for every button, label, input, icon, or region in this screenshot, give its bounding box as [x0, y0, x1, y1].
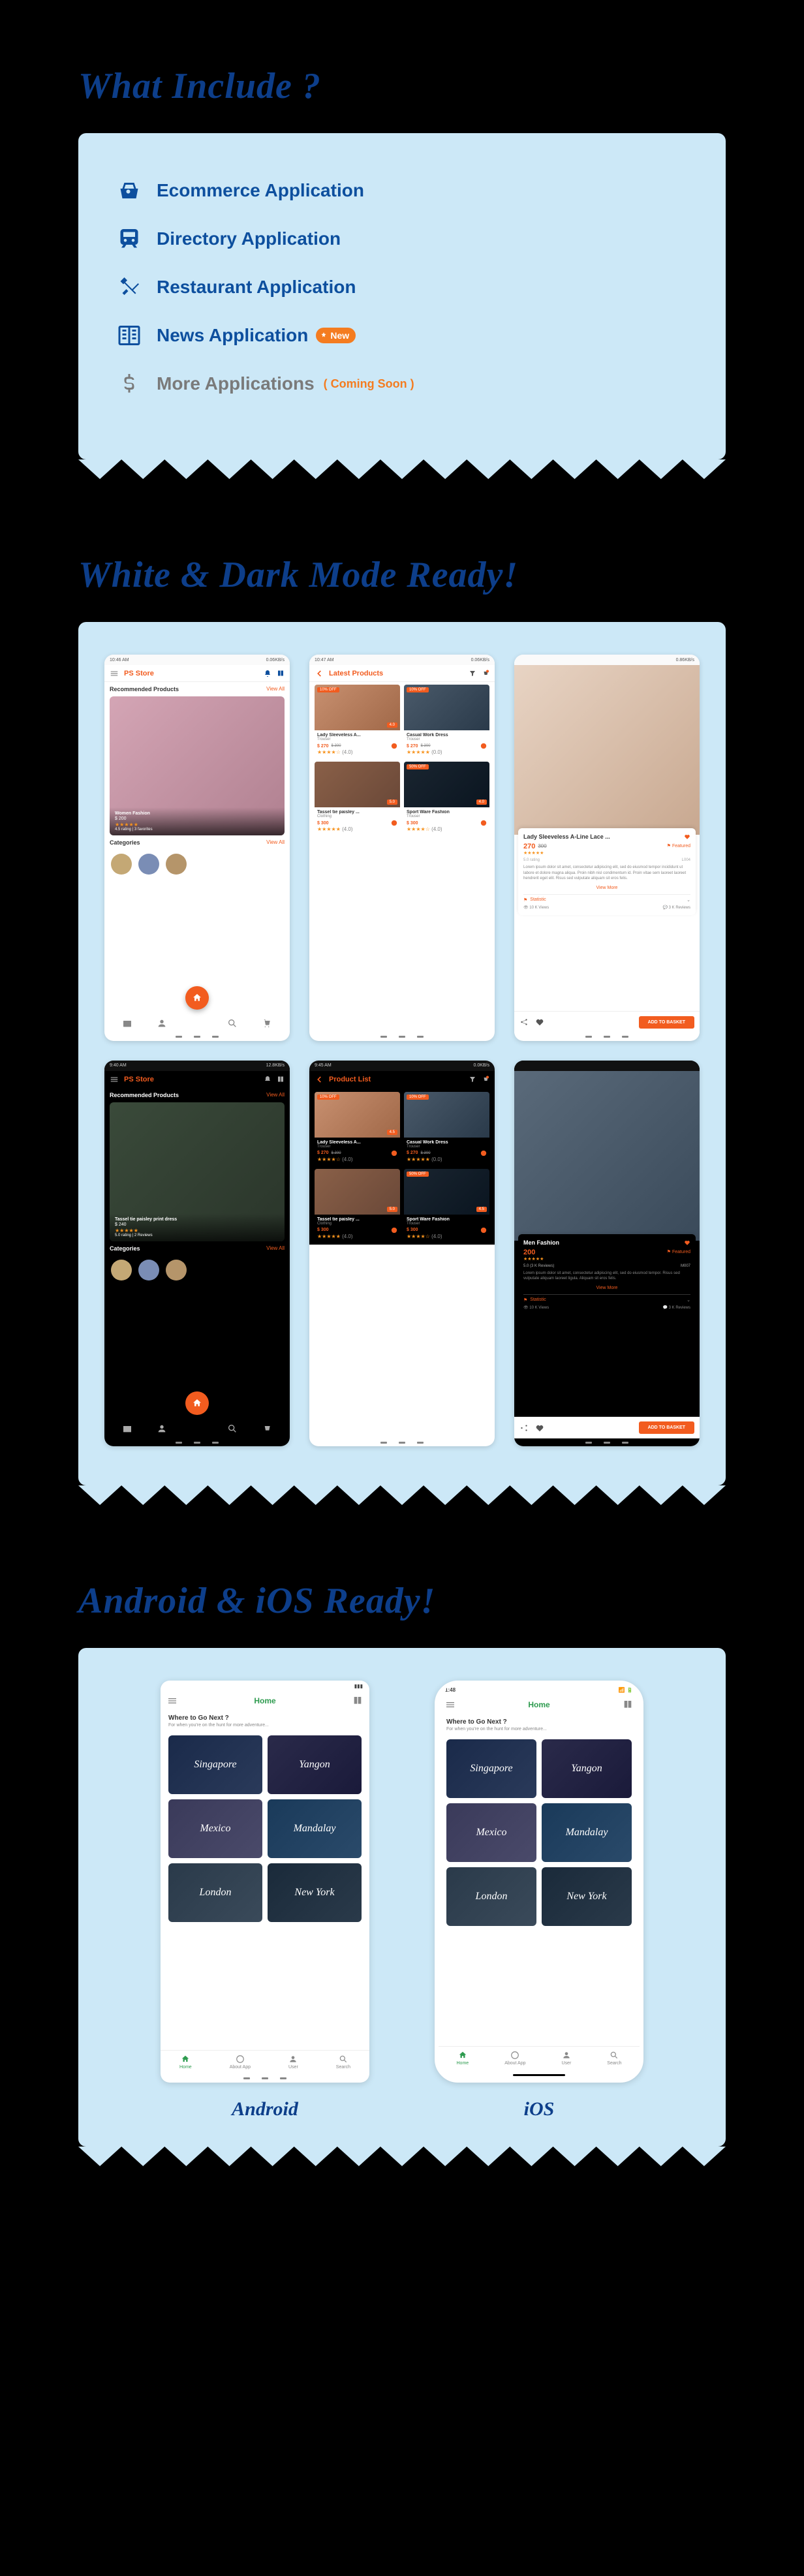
- city-card[interactable]: London: [446, 1867, 536, 1926]
- heart-icon[interactable]: [535, 1017, 544, 1027]
- train-icon: [117, 227, 157, 251]
- phone-dark-home: 9:40 AM12.8KB/s PS Store Recommended Pro…: [104, 1061, 290, 1447]
- city-card[interactable]: New York: [542, 1867, 632, 1926]
- city-card[interactable]: Mexico: [446, 1803, 536, 1862]
- menu-icon[interactable]: [445, 1699, 456, 1710]
- android-label: Android: [232, 2098, 298, 2120]
- nav-user[interactable]: User: [288, 2055, 298, 2070]
- include-item-restaurant: Restaurant Application: [117, 275, 687, 299]
- book-icon[interactable]: [352, 1696, 363, 1706]
- menu-icon[interactable]: [167, 1696, 178, 1706]
- heart-icon[interactable]: [684, 833, 690, 840]
- what-include-title: What Include ?: [78, 65, 726, 107]
- product-card[interactable]: 10% OFF4.0Lady Sleeveless A...Trouser$ 2…: [315, 685, 400, 758]
- zigzag-divider: [78, 2147, 726, 2173]
- nav-about[interactable]: About App: [504, 2051, 525, 2066]
- detail-image: [514, 665, 700, 835]
- include-item-ecommerce: Ecommerce Application: [117, 179, 687, 202]
- menu-icon[interactable]: [110, 1075, 119, 1084]
- zigzag-divider: [78, 1485, 726, 1512]
- basket-icon: [117, 179, 157, 202]
- nav-home[interactable]: Home: [457, 2051, 469, 2066]
- include-item-more: More Applications ( Coming Soon ): [117, 372, 687, 396]
- filter-icon[interactable]: [469, 670, 476, 677]
- phone-light-home: 10:46 AM0.06KB/s PS Store Recommended Pr…: [104, 655, 290, 1041]
- city-card[interactable]: Yangon: [268, 1735, 362, 1794]
- ios-label: iOS: [524, 2098, 555, 2120]
- product-card[interactable]: 50% OFF4.0Sport Ware FashionTrouser$ 300…: [404, 762, 489, 835]
- fab-home[interactable]: [185, 1391, 209, 1415]
- city-card[interactable]: Singapore: [168, 1735, 262, 1794]
- bell-icon[interactable]: [264, 670, 271, 677]
- book-icon[interactable]: [277, 1076, 285, 1083]
- view-more-link[interactable]: View More: [523, 886, 690, 890]
- book-icon[interactable]: [277, 670, 285, 677]
- android-phone: ▮▮▮ Home Where to Go Next ?For when you'…: [161, 1681, 369, 2082]
- bell-icon[interactable]: [264, 1076, 271, 1083]
- back-icon[interactable]: [315, 669, 324, 678]
- share-icon[interactable]: [519, 1423, 529, 1433]
- nav-search[interactable]: Search: [607, 2051, 621, 2066]
- bottom-nav[interactable]: [104, 1014, 290, 1033]
- nav-about[interactable]: About App: [230, 2055, 251, 2070]
- cart-icon[interactable]: [482, 670, 489, 677]
- filter-icon[interactable]: [469, 1076, 476, 1083]
- nav-search[interactable]: Search: [336, 2055, 350, 2070]
- platform-title: Android & iOS Ready!: [78, 1580, 726, 1622]
- hero-image[interactable]: Tassel tie paisley print dress $ 240 ★★★…: [110, 1102, 285, 1241]
- phone-light-list: 10:47 AM0.06KB/s Latest Products 10% OFF…: [309, 655, 495, 1041]
- news-icon: [117, 324, 157, 347]
- nav-user[interactable]: User: [562, 2051, 572, 2066]
- zigzag-divider: [78, 459, 726, 486]
- mode-title: White & Dark Mode Ready!: [78, 554, 726, 596]
- cart-icon[interactable]: [482, 1076, 489, 1083]
- product-card[interactable]: 5.0Tassel tie paisley ...Clothing$ 300★★…: [315, 762, 400, 835]
- city-card[interactable]: Mandalay: [268, 1799, 362, 1858]
- phone-dark-detail: Men Fashion 200⚑ Featured ★★★★★ 5.0 (3 K…: [514, 1061, 700, 1447]
- include-item-directory: Directory Application: [117, 227, 687, 251]
- fab-home[interactable]: [185, 986, 209, 1010]
- menu-icon[interactable]: [110, 669, 119, 678]
- include-item-news: News Application New: [117, 324, 687, 347]
- heart-icon[interactable]: [684, 1239, 690, 1246]
- city-card[interactable]: London: [168, 1863, 262, 1922]
- utensils-icon: [117, 275, 157, 299]
- include-card: Ecommerce Application Directory Applicat…: [78, 133, 726, 459]
- phone-dark-list: 9:45 AM0.0KB/s Product List 10% OFF4.5La…: [309, 1061, 495, 1447]
- platform-card: ▮▮▮ Home Where to Go Next ?For when you'…: [78, 1648, 726, 2146]
- ios-phone: 1:48📶 🔋 Home Where to Go Next ?For when …: [435, 1681, 643, 2082]
- hero-image[interactable]: Women Fashion $ 200 ★★★★★ 4.5 rating | 3…: [110, 696, 285, 835]
- heart-icon[interactable]: [535, 1423, 544, 1433]
- new-badge: New: [316, 328, 356, 343]
- city-card[interactable]: Singapore: [446, 1739, 536, 1798]
- mode-card: 10:46 AM0.06KB/s PS Store Recommended Pr…: [78, 622, 726, 1485]
- phone-light-detail: 0.86KB/s Lady Sleeveless A-Line Lace ...…: [514, 655, 700, 1041]
- add-basket-button[interactable]: ADD TO BASKET: [639, 1016, 694, 1029]
- product-card[interactable]: 10% OFFCasual Work DressTrouser$ 270$ 30…: [404, 685, 489, 758]
- city-card[interactable]: Mandalay: [542, 1803, 632, 1862]
- city-card[interactable]: Yangon: [542, 1739, 632, 1798]
- back-icon[interactable]: [315, 1075, 324, 1084]
- city-card[interactable]: New York: [268, 1863, 362, 1922]
- book-icon[interactable]: [623, 1699, 633, 1710]
- view-more-link[interactable]: View More: [523, 1286, 690, 1290]
- share-icon[interactable]: [519, 1017, 529, 1027]
- nav-home[interactable]: Home: [179, 2055, 192, 2070]
- dollar-icon: [117, 372, 157, 396]
- coming-soon-badge: ( Coming Soon ): [324, 377, 414, 391]
- city-card[interactable]: Mexico: [168, 1799, 262, 1858]
- add-basket-button[interactable]: ADD TO BASKET: [639, 1421, 694, 1434]
